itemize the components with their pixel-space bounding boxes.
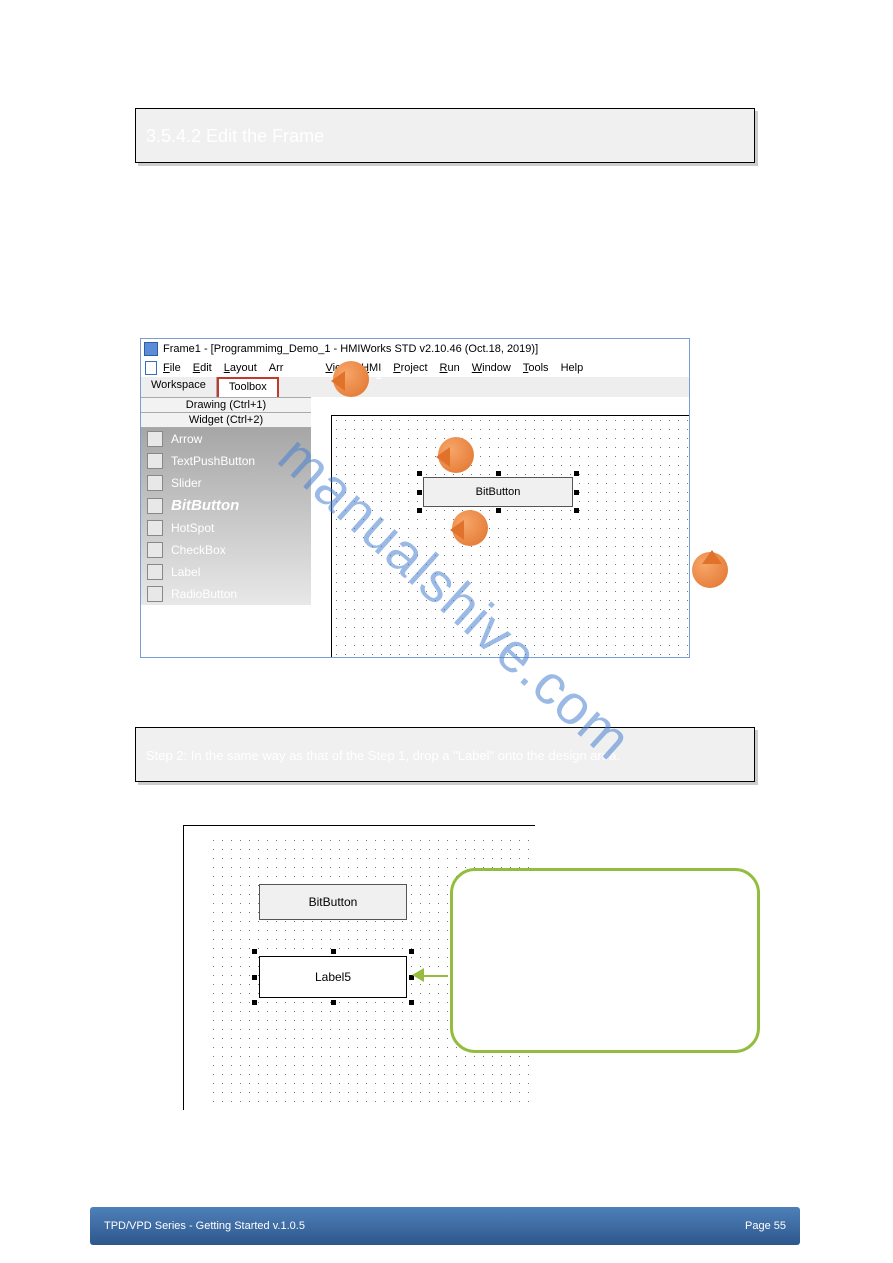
green-arrow: [420, 975, 448, 977]
intro-line: Step 1: As the following figure shows, c…: [95, 205, 795, 226]
footer-left: TPD/VPD Series - Getting Started v.1.0.5: [104, 1220, 305, 1232]
handle[interactable]: [574, 471, 579, 476]
handle[interactable]: [409, 1000, 414, 1005]
handle[interactable]: [574, 490, 579, 495]
handle[interactable]: [417, 471, 422, 476]
page: { "section_title": "3.5.4.2 Edit the Fra…: [0, 0, 893, 1263]
item-label: RadioButton: [171, 587, 237, 601]
item-label: TextPushButton: [171, 454, 255, 468]
intro-text: Step 1: As the following figure shows, c…: [95, 205, 795, 247]
callout-step-2: 2: [438, 437, 474, 473]
toolbox-panel: Drawing (Ctrl+1) Widget (Ctrl+2) Arrow T…: [141, 397, 311, 657]
menu-window[interactable]: Window: [472, 362, 511, 374]
menu-project[interactable]: Project: [393, 362, 427, 374]
selection-handles-2: [254, 951, 412, 1003]
toolbox-item-arrow[interactable]: Arrow: [141, 428, 311, 450]
panel-widget[interactable]: Widget (Ctrl+2): [141, 413, 311, 428]
toolbox-item-textpushbutton[interactable]: TextPushButton: [141, 450, 311, 472]
panel-drawing[interactable]: Drawing (Ctrl+1): [141, 397, 311, 413]
section-title-box: 3.5.4.2 Edit the Frame: [135, 108, 755, 163]
window-titlebar: Frame1 - [Programmimg_Demo_1 - HMIWorks …: [141, 339, 689, 359]
step2-text: Step 2: In the same way as that of the S…: [136, 728, 754, 783]
step2-box: Step 2: In the same way as that of the S…: [135, 727, 755, 782]
green-arrow-head-icon: [405, 968, 424, 982]
callout-label: 3: [494, 516, 501, 531]
slider-icon: [147, 475, 163, 491]
menu-file[interactable]: File: [163, 362, 181, 374]
callout-step-3: 3: [452, 510, 488, 546]
toolbox-item-checkbox[interactable]: CheckBox: [141, 539, 311, 561]
ide-window: Frame1 - [Programmimg_Demo_1 - HMIWorks …: [140, 338, 690, 658]
menu-arrange[interactable]: Arr: [269, 362, 284, 374]
toolbox-item-bitbutton[interactable]: BitButton: [141, 494, 311, 517]
handle[interactable]: [417, 508, 422, 513]
callout-label: 4: [704, 594, 711, 609]
document-icon: [145, 361, 157, 375]
item-label: Arrow: [171, 432, 202, 446]
callout-label: 1: [375, 367, 382, 382]
callout-line: The property "Text" is the string: [473, 889, 737, 904]
menubar: File Edit Layout Arr View HMI Project Ru…: [141, 359, 689, 377]
toolbox-item-hotspot[interactable]: HotSpot: [141, 517, 311, 539]
handle[interactable]: [574, 508, 579, 513]
item-label: Slider: [171, 476, 202, 490]
app-icon: [144, 342, 158, 356]
placed-bitbutton-2[interactable]: BitButton: [259, 884, 407, 920]
handle[interactable]: [496, 471, 501, 476]
callout-line: default text depends on the: [473, 919, 737, 934]
callout-label: 2: [480, 443, 487, 458]
menu-edit[interactable]: Edit: [193, 362, 212, 374]
bitbutton-icon: [147, 498, 163, 514]
handle[interactable]: [331, 949, 336, 954]
menu-help[interactable]: Help: [561, 362, 584, 374]
widget-label: BitButton: [309, 895, 358, 909]
handle[interactable]: [331, 1000, 336, 1005]
workspace-tabs: Workspace Toolbox: [141, 377, 689, 397]
arrow-icon: [147, 431, 163, 447]
item-label: Label: [171, 565, 200, 579]
section-title: 3.5.4.2 Edit the Frame: [136, 109, 754, 164]
menu-run[interactable]: Run: [440, 362, 460, 374]
handle[interactable]: [409, 949, 414, 954]
selection-handles: [419, 473, 577, 511]
callout-line: number of "Label" widget.: [473, 934, 737, 949]
footer-copyright: Copyright@ 2020 ICP DAS CO., LTD. All Ri…: [90, 1251, 800, 1261]
toolbox-list: Arrow TextPushButton Slider BitButton Ho…: [141, 428, 311, 605]
callout-step-1: 1: [333, 361, 369, 397]
green-callout: The property "Text" is the string on the…: [450, 868, 760, 1053]
hotspot-icon: [147, 520, 163, 536]
callout-line: on the "Label" widget. The: [473, 904, 737, 919]
radio-icon: [147, 586, 163, 602]
footer-right: Page 55: [745, 1220, 786, 1232]
text-icon: [147, 453, 163, 469]
callout-step-4: 4: [692, 552, 728, 588]
tab-toolbox[interactable]: Toolbox: [217, 377, 279, 397]
handle[interactable]: [496, 508, 501, 513]
intro-line: and drop a "BitButton" onto the design a…: [95, 226, 795, 247]
item-label: CheckBox: [171, 543, 226, 557]
toolbox-item-radiobutton[interactable]: RadioButton: [141, 583, 311, 605]
footer: TPD/VPD Series - Getting Started v.1.0.5…: [90, 1207, 800, 1245]
handle[interactable]: [252, 949, 257, 954]
menu-layout[interactable]: Layout: [224, 362, 257, 374]
item-label: HotSpot: [171, 521, 214, 535]
window-title: Frame1 - [Programmimg_Demo_1 - HMIWorks …: [163, 343, 538, 355]
label-icon: [147, 564, 163, 580]
dot-grid: [331, 415, 689, 657]
toolbox-item-slider[interactable]: Slider: [141, 472, 311, 494]
handle[interactable]: [417, 490, 422, 495]
checkbox-icon: [147, 542, 163, 558]
menu-tools[interactable]: Tools: [523, 362, 549, 374]
toolbox-item-label[interactable]: Label: [141, 561, 311, 583]
handle[interactable]: [252, 975, 257, 980]
item-label: BitButton: [171, 497, 239, 514]
handle[interactable]: [252, 1000, 257, 1005]
tab-workspace[interactable]: Workspace: [141, 377, 217, 397]
